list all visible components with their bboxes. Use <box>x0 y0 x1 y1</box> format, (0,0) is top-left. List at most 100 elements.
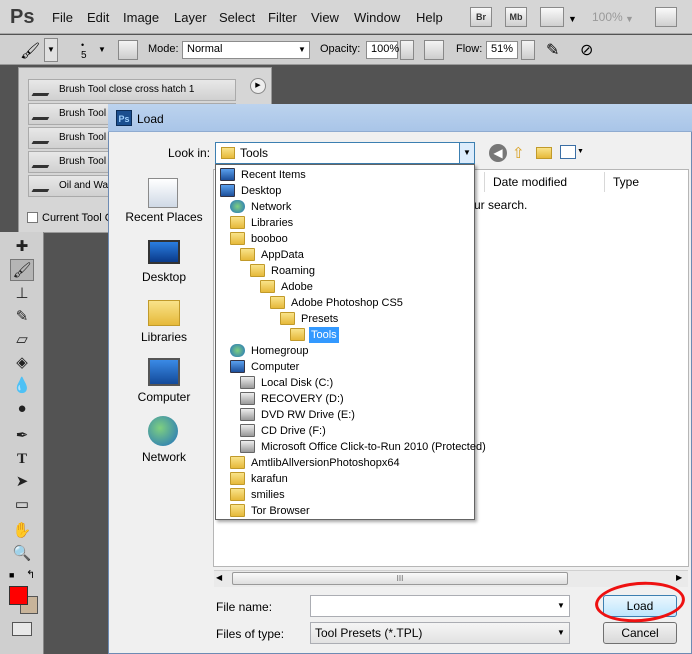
history-brush-icon[interactable]: ✎ <box>10 306 34 328</box>
dropdown-item-label: Tor Browser <box>251 505 310 517</box>
look-in-select[interactable]: Tools ▼ <box>215 142 475 164</box>
look-in-value: Tools <box>240 146 269 160</box>
photoshop-logo: Ps <box>10 6 35 28</box>
zoom-chevron-icon[interactable]: ▼ <box>625 14 634 24</box>
cancel-button[interactable]: Cancel <box>603 622 677 644</box>
rectangle-shape-icon[interactable]: ▭ <box>10 494 34 516</box>
scroll-right-icon[interactable]: ▶ <box>676 573 682 582</box>
blur-icon[interactable]: 💧 <box>10 375 34 397</box>
tool-preset-picker-icon[interactable]: ▼ <box>44 38 58 62</box>
opacity-label: Opacity: <box>320 43 361 55</box>
place-network[interactable]: Network <box>116 450 212 464</box>
look-in-label: Look in: <box>168 146 211 160</box>
up-one-level-icon[interactable]: ⇧ <box>512 144 525 162</box>
opacity-input[interactable]: 100% <box>366 41 399 59</box>
foreground-color-swatch[interactable] <box>9 586 28 605</box>
mode-chevron-icon[interactable]: ▼ <box>298 45 306 54</box>
dropdown-item-label: Desktop <box>241 185 282 197</box>
current-tool-checkbox[interactable] <box>27 212 38 223</box>
folder-icon <box>280 312 295 325</box>
pressure-size-icon[interactable]: ⊘ <box>580 40 593 60</box>
menu-file[interactable]: File <box>52 10 73 25</box>
quick-mask-icon[interactable] <box>12 622 32 636</box>
look-in-chevron-icon[interactable]: ▼ <box>459 143 474 163</box>
hand-icon[interactable]: ✋ <box>10 520 34 542</box>
menu-help[interactable]: Help <box>416 10 443 25</box>
menu-window[interactable]: Window <box>354 10 400 25</box>
folder-icon <box>221 147 235 159</box>
dodge-icon[interactable]: ● <box>10 398 34 420</box>
brush-tool-icon[interactable]: 🖌 <box>20 41 40 61</box>
zoom-icon[interactable]: 🔍 <box>10 543 34 565</box>
place-computer[interactable]: Computer <box>116 390 212 404</box>
menu-edit[interactable]: Edit <box>87 10 109 25</box>
dropdown-item-label: Adobe Photoshop CS5 <box>291 297 403 309</box>
bridge-button[interactable]: Br <box>470 7 492 27</box>
default-colors-icon[interactable]: ■ <box>9 570 14 580</box>
desktop-icon <box>220 184 235 197</box>
files-of-type-chevron-icon[interactable]: ▼ <box>557 628 565 637</box>
panel-menu-icon[interactable]: ▶ <box>250 78 266 94</box>
healing-brush-icon[interactable]: ✚ <box>10 236 34 258</box>
mode-select[interactable]: Normal <box>182 41 310 59</box>
brush-panel-icon[interactable] <box>118 40 138 60</box>
arrange-documents-icon[interactable] <box>655 7 677 27</box>
folder-icon <box>270 296 285 309</box>
scroll-left-icon[interactable]: ◀ <box>216 573 222 582</box>
pressure-opacity-icon[interactable] <box>424 40 444 60</box>
dialog-titlebar[interactable] <box>108 104 692 132</box>
place-libraries[interactable]: Libraries <box>116 330 212 344</box>
file-name-chevron-icon[interactable]: ▼ <box>557 601 565 610</box>
preset-item[interactable]: Brush Tool close cross hatch 1 <box>28 79 236 101</box>
brush-size-label[interactable]: 5 <box>81 50 87 61</box>
network-icon <box>148 416 178 446</box>
type-tool-icon[interactable]: T <box>10 448 34 470</box>
column-date-modified[interactable]: Date modified <box>484 172 606 192</box>
dropdown-item-label: Libraries <box>251 217 294 229</box>
menu-view[interactable]: View <box>311 10 339 25</box>
file-name-input[interactable]: ▼ <box>310 595 570 617</box>
column-type[interactable]: Type <box>604 172 688 192</box>
drive-icon <box>240 392 255 405</box>
scroll-thumb[interactable]: III <box>232 572 568 585</box>
zoom-level[interactable]: 100% <box>592 10 623 24</box>
place-recent-places[interactable]: Recent Places <box>116 210 212 224</box>
menu-select[interactable]: Select <box>219 10 255 25</box>
path-selection-icon[interactable]: ➤ <box>10 471 34 493</box>
brush-size-dot: • <box>81 40 85 50</box>
place-desktop[interactable]: Desktop <box>116 270 212 284</box>
brush-icon <box>31 180 55 192</box>
dropdown-item-label: Adobe <box>281 281 313 293</box>
opacity-slider-icon[interactable] <box>400 40 414 60</box>
swap-colors-icon[interactable]: ↰ <box>26 568 35 581</box>
files-of-type-select[interactable]: Tool Presets (*.TPL) ▼ <box>310 622 570 644</box>
eraser-icon[interactable]: ▱ <box>10 329 34 351</box>
current-tool-label: Current Tool O <box>42 212 114 224</box>
dropdown-item-label: Microsoft Office Click-to-Run 2010 (Prot… <box>261 441 486 453</box>
cd-drive-icon <box>240 424 255 437</box>
back-icon[interactable]: ◀ <box>489 144 507 162</box>
menu-filter[interactable]: Filter <box>268 10 297 25</box>
brush-picker-chevron-icon[interactable]: ▼ <box>98 45 106 54</box>
film-strip-icon[interactable] <box>540 7 564 27</box>
flow-input[interactable]: 51% <box>486 41 518 59</box>
dropdown-item-label: Local Disk (C:) <box>261 377 334 389</box>
brush-icon <box>31 108 55 120</box>
menu-image[interactable]: Image <box>123 10 159 25</box>
dropdown-item-label: smilies <box>251 489 285 501</box>
new-folder-icon[interactable] <box>536 145 552 159</box>
folder-icon <box>230 488 245 501</box>
brush-tool-icon[interactable]: 🖌 <box>10 259 34 281</box>
pen-icon[interactable]: ✒ <box>10 425 34 447</box>
photoshop-icon: Ps <box>116 110 132 126</box>
flow-slider-icon[interactable] <box>521 40 535 60</box>
paint-bucket-icon[interactable]: ◈ <box>10 352 34 374</box>
view-menu-chevron-icon[interactable]: ▼ <box>577 148 584 155</box>
local-disk-icon <box>240 376 255 389</box>
menu-layer[interactable]: Layer <box>174 10 207 25</box>
airbrush-icon[interactable]: ✎ <box>546 40 559 60</box>
clone-stamp-icon[interactable]: ⊥ <box>10 283 34 305</box>
view-menu-icon[interactable] <box>560 145 576 159</box>
mini-bridge-button[interactable]: Mb <box>505 7 527 27</box>
chevron-down-icon[interactable]: ▼ <box>568 14 577 24</box>
